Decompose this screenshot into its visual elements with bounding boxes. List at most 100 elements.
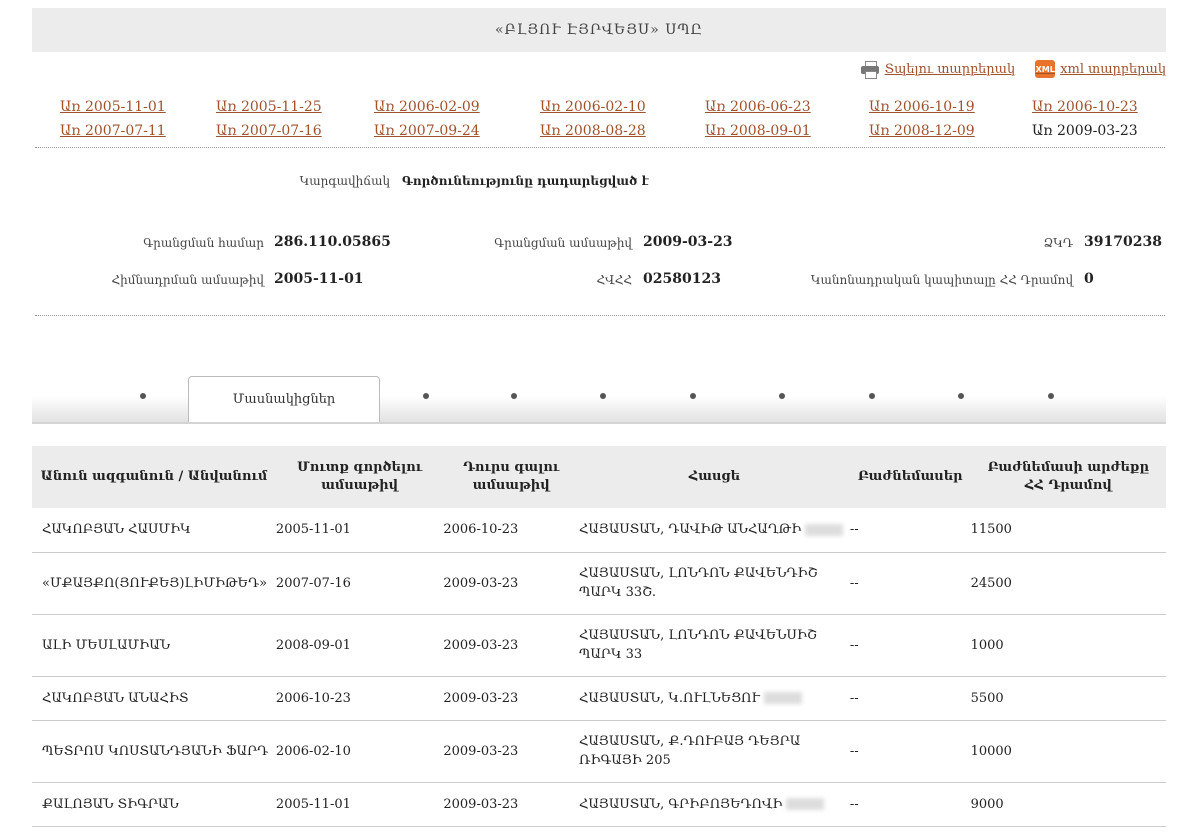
col-exit-date-header: Դուրս գալու ամսաթիվ [443, 446, 580, 508]
entry-date: 2006-10-23 [275, 676, 444, 721]
company-title: «ԲԼՅՈՒ ԷՅՐՎԵՅՍ» ՍՊԸ [494, 22, 703, 38]
tab-dot[interactable] [600, 393, 606, 399]
exit-date: 2009-03-23 [443, 782, 580, 827]
table-row: ՊԵՏՐՈՍ ԿՈՍՏԱՆԴՅԱՆԻ ՖԱՐԴ 2006-02-10 2009-… [32, 720, 1166, 783]
address: ՀԱՅԱՍՏԱՆ, ԳՐԻԲՈՅԵԴՈՎԻ [579, 782, 850, 827]
shares: -- [849, 508, 971, 553]
exit-date: 2009-03-23 [443, 676, 580, 721]
reg-number-value: 286.110.05865 [274, 234, 391, 250]
xml-version-label: xml տարբերակ [1060, 61, 1166, 77]
address: ՀԱՅԱՍՏԱՆ, ԼՈՆԴՈՆ ՔԱՎԵՆՍԻՇ ՊԱՐԿ 33 [579, 614, 850, 677]
exit-date: 2009-03-23 [443, 614, 580, 677]
founded-label: Հիմնադրման ամսաթիվ [111, 273, 264, 287]
version-link[interactable]: Առ 2005-11-01 [60, 97, 216, 117]
version-link[interactable]: Առ 2008-09-01 [705, 121, 869, 141]
status-label: Կարգավիճակ [299, 174, 390, 188]
share-value: 24500 [970, 552, 1166, 615]
section-tabs: Մասնակիցներ [32, 376, 1166, 424]
status-value: Գործունեությունը դադարեցված է [402, 174, 649, 188]
tab-participants[interactable]: Մասնակիցներ [188, 376, 380, 422]
shares: -- [849, 614, 971, 677]
col-entry-date-header: Մուտք գործելու ամսաթիվ [275, 446, 444, 508]
printer-icon [860, 60, 880, 79]
entry-date: 2006-02-10 [275, 720, 444, 783]
current-version: Առ 2009-03-23 [1032, 123, 1138, 139]
entry-date: 2008-09-01 [275, 614, 444, 677]
exit-date: 2009-03-23 [443, 552, 580, 615]
address: ՀԱՅԱՍՏԱՆ, Կ.ՈՒԼՆԵՑՈՒ [579, 676, 850, 721]
divider [35, 315, 1165, 316]
share-value: 9000 [970, 782, 1166, 827]
download-links: Տպելու տարբերակ XML xml տարբերակ [860, 60, 1166, 79]
address: ՀԱՅԱՍՏԱՆ, ԴԱՎԻԹ ԱՆՀԱՂԹԻ [579, 508, 850, 553]
version-link[interactable]: Առ 2006-06-23 [705, 97, 869, 117]
reg-number-label: Գրանցման համար [143, 236, 264, 250]
tab-dot[interactable] [423, 393, 429, 399]
participants-table: Անուն ազգանուն / Անվանում Մուտք գործելու… [32, 446, 1166, 827]
shares: -- [849, 720, 971, 783]
tab-participants-label: Մասնակիցներ [232, 392, 336, 407]
participant-name: ՀԱԿՈԲՅԱՆ ԱՆԱՀԻՏ [32, 676, 276, 721]
version-link[interactable]: Առ 2006-02-09 [374, 97, 540, 117]
version-link[interactable]: Առ 2007-07-16 [216, 121, 374, 141]
version-link[interactable]: Առ 2006-02-10 [540, 97, 705, 117]
address: ՀԱՅԱՍՏԱՆ, ԼՈՆԴՈՆ ՔԱՎԵՆԴԻՇ ՊԱՐԿ 33Շ. [579, 552, 850, 615]
entry-date: 2005-11-01 [275, 508, 444, 553]
participant-name: «ՄՔԱՅՔՈ(ՅՈՒՔԵՅ)ԼԻՄԻԹԵԴ» [32, 552, 276, 615]
print-version-link[interactable]: Տպելու տարբերակ [860, 60, 1016, 79]
reg-date-value: 2009-03-23 [643, 234, 733, 250]
table-header-row: Անուն ազգանուն / Անվանում Մուտք գործելու… [32, 446, 1166, 508]
version-link[interactable]: Առ 2006-10-19 [869, 97, 1032, 117]
tab-dot[interactable] [869, 393, 875, 399]
table-row: ՔԱԼՈՅԱՆ ՏԻԳՐԱՆ 2005-11-01 2009-03-23 ՀԱՅ… [32, 782, 1166, 827]
code-label: ՁԿԴ [1043, 236, 1073, 250]
tin-value: 02580123 [643, 271, 721, 287]
tab-dot[interactable] [690, 393, 696, 399]
print-version-label: Տպելու տարբերակ [884, 61, 1016, 77]
version-link[interactable]: Առ 2006-10-23 [1032, 97, 1140, 117]
xml-file-icon: XML [1035, 60, 1056, 78]
address-text: ՀԱՅԱՍՏԱՆ, Կ.ՈՒԼՆԵՑՈՒ [579, 690, 760, 706]
version-link[interactable]: Առ 2008-08-28 [540, 121, 705, 141]
redacted-mark [763, 692, 802, 704]
version-link[interactable]: Առ 2008-12-09 [869, 121, 1032, 141]
version-link[interactable]: Առ 2005-11-25 [216, 97, 374, 117]
capital-label: Կանոնադրական կապիտալը ՀՀ Դրամով [810, 273, 1073, 287]
participant-name: ՀԱԿՈԲՅԱՆ ՀԱՍՄԻԿ [32, 508, 276, 553]
exit-date: 2006-10-23 [443, 508, 580, 553]
reg-date-label: Գրանցման ամսաթիվ [494, 236, 632, 250]
col-share-value-header: Բաժնեմասի արժեքը ՀՀ Դրամով [970, 446, 1166, 508]
code-value: 39170238 [1084, 234, 1162, 250]
share-value: 11500 [970, 508, 1166, 553]
address-text: ՀԱՅԱՍՏԱՆ, ԳՐԻԲՈՅԵԴՈՎԻ [579, 796, 783, 812]
shares: -- [849, 676, 971, 721]
version-link[interactable]: Առ 2007-07-11 [60, 121, 216, 141]
version-date-list: Առ 2005-11-01 Առ 2005-11-25 Առ 2006-02-0… [60, 97, 1140, 141]
participant-name: ՊԵՏՐՈՍ ԿՈՍՏԱՆԴՅԱՆԻ ՖԱՐԴ [32, 720, 276, 783]
table-row: ԱԼԻ ՄԵՍԼԱՄԻԱՆ 2008-09-01 2009-03-23 ՀԱՅԱ… [32, 614, 1166, 677]
shares: -- [849, 552, 971, 615]
redacted-mark [805, 523, 844, 536]
tab-dot[interactable] [511, 393, 517, 399]
founded-value: 2005-11-01 [274, 271, 364, 287]
table-row: ՀԱԿՈԲՅԱՆ ԱՆԱՀԻՏ 2006-10-23 2009-03-23 ՀԱ… [32, 676, 1166, 721]
capital-value: 0 [1084, 271, 1094, 287]
address: ՀԱՅԱՍՏԱՆ, Ք.ԴՈՒԲԱՅ ԴԵՅՐԱ ՌԻԳԱՅԻ 205 [579, 720, 850, 783]
address-text: ՀԱՅԱՍՏԱՆ, ԴԱՎԻԹ ԱՆՀԱՂԹԻ [579, 522, 802, 538]
col-shares-header: Բաժնեմասեր [849, 446, 971, 508]
table-row: ՀԱԿՈԲՅԱՆ ՀԱՍՄԻԿ 2005-11-01 2006-10-23 ՀԱ… [32, 508, 1166, 553]
col-address-header: Հասցե [579, 446, 850, 508]
tin-label: ՀՎՀՀ [596, 273, 632, 287]
entry-date: 2007-07-16 [275, 552, 444, 615]
tab-dot[interactable] [140, 393, 146, 399]
company-title-bar: «ԲԼՅՈՒ ԷՅՐՎԵՅՍ» ՍՊԸ [32, 8, 1166, 52]
tab-dot[interactable] [958, 393, 964, 399]
redacted-mark [786, 798, 825, 810]
col-name-header: Անուն ազգանուն / Անվանում [32, 446, 276, 508]
participant-name: ԱԼԻ ՄԵՍԼԱՄԻԱՆ [32, 614, 276, 677]
tab-dot[interactable] [779, 393, 785, 399]
version-link[interactable]: Առ 2007-09-24 [374, 121, 540, 141]
tab-dot[interactable] [1048, 393, 1054, 399]
xml-version-link[interactable]: XML xml տարբերակ [1035, 60, 1166, 78]
share-value: 1000 [970, 614, 1166, 677]
